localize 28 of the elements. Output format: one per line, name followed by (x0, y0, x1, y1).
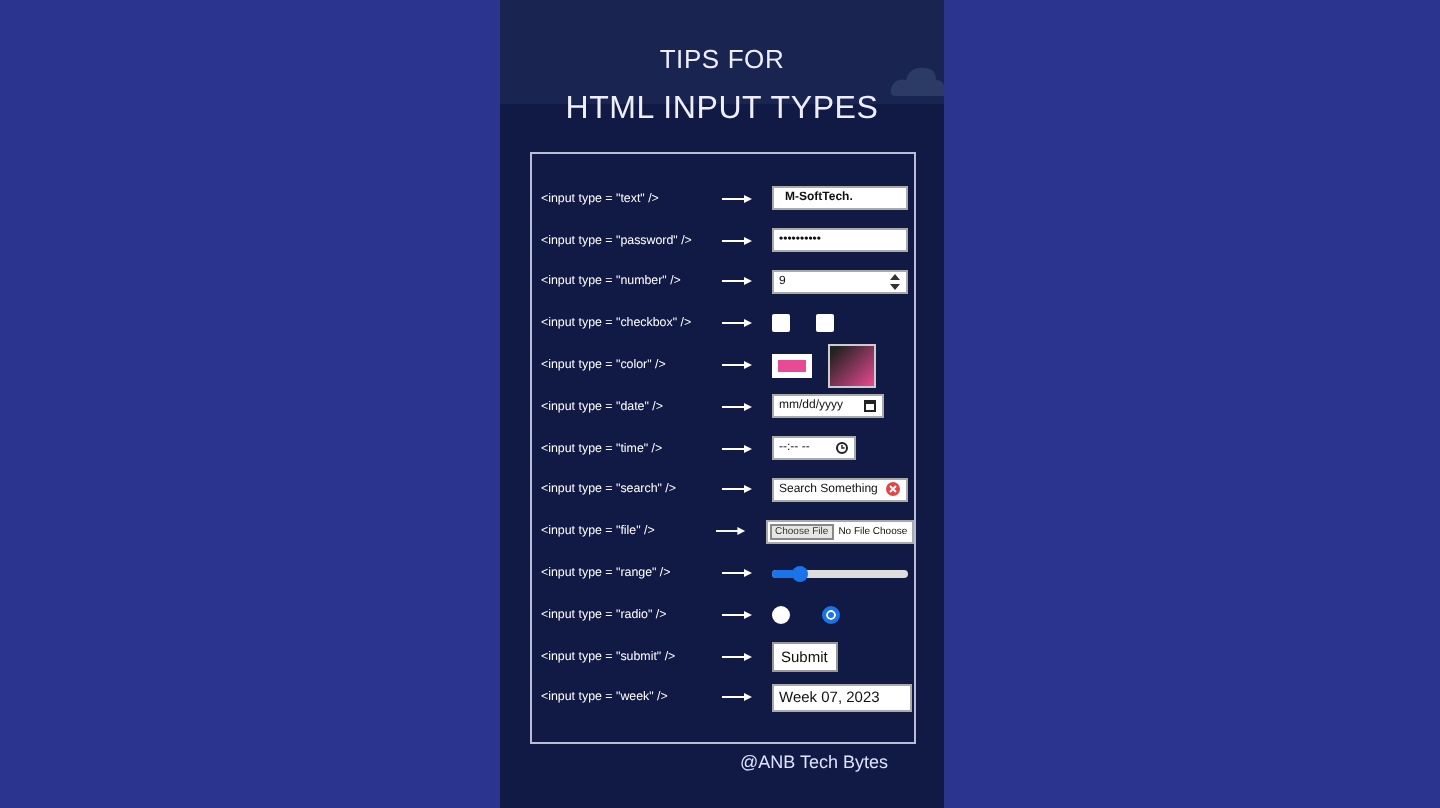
arrow-icon (721, 609, 751, 620)
slider-thumb[interactable] (792, 565, 809, 582)
arrow-icon (721, 235, 751, 246)
arrow-icon (721, 276, 751, 287)
arrow-icon (721, 401, 751, 412)
arrow-icon (721, 360, 751, 371)
credit-text: @ANB Tech Bytes (740, 752, 888, 772)
calendar-icon[interactable] (863, 400, 875, 413)
title: TIPS FOR (659, 44, 785, 74)
arrow-icon (721, 651, 751, 662)
clear-icon[interactable] (885, 482, 899, 497)
arrow-icon (721, 484, 751, 495)
arrow-icon (721, 193, 751, 204)
arrow-icon (721, 568, 751, 579)
spinner-icon[interactable] (889, 273, 899, 290)
range-slider[interactable] (771, 569, 907, 578)
clock-icon[interactable] (835, 442, 847, 455)
color-gradient[interactable] (827, 343, 875, 388)
arrow-icon (721, 443, 751, 454)
arrow-icon (715, 526, 745, 537)
title: HTML INPUT TYPES (565, 92, 879, 128)
color-picker[interactable] (771, 353, 811, 378)
arrow-icon (721, 692, 751, 703)
arrow-icon (721, 318, 751, 329)
radio-button[interactable] (821, 605, 839, 624)
radio-button[interactable] (771, 605, 789, 624)
checkbox[interactable] (815, 314, 833, 333)
checkbox[interactable] (771, 314, 789, 333)
